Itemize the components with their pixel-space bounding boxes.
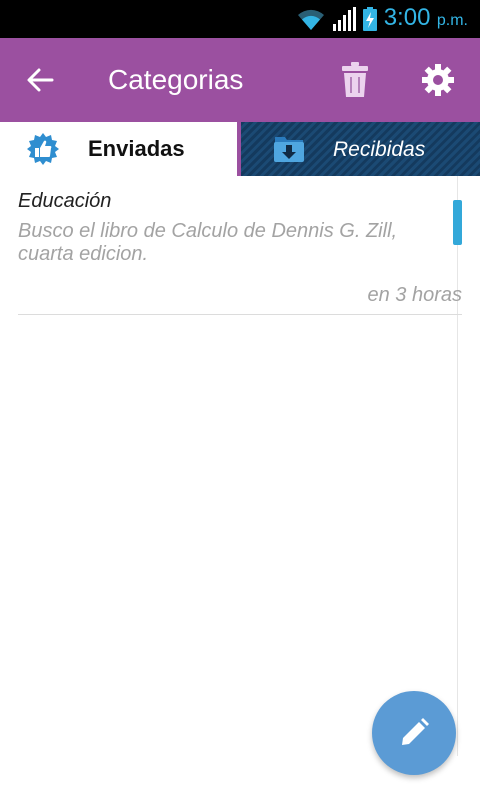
tab-recibidas[interactable]: Recibidas [237, 122, 480, 176]
app-screen: 3:00 p.m. Categorias Enviadas Recibidas … [0, 0, 480, 800]
tab-enviadas[interactable]: Enviadas [0, 122, 237, 176]
wifi-icon [297, 9, 324, 30]
battery-charging-icon [362, 7, 377, 31]
tab-bar: Enviadas Recibidas [0, 122, 480, 176]
tab-recibidas-label: Recibidas [333, 138, 426, 161]
trash-icon [342, 62, 368, 97]
compose-button[interactable] [372, 691, 456, 775]
status-time: 3:00 [383, 3, 431, 31]
pencil-icon [402, 718, 429, 745]
settings-button[interactable] [416, 58, 460, 102]
item-description: Busco el libro de Calculo de Dennis G. Z… [18, 220, 398, 265]
delete-button[interactable] [334, 58, 376, 102]
item-category: Educación [18, 190, 112, 212]
page-title: Categorias [108, 64, 244, 95]
download-folder-icon [274, 137, 304, 162]
gear-icon [422, 64, 454, 96]
signal-icon [332, 7, 356, 31]
status-bar: 3:00 p.m. [0, 0, 480, 38]
tab-enviadas-label: Enviadas [88, 136, 185, 161]
back-button[interactable] [20, 60, 60, 100]
status-ampm: p.m. [436, 11, 468, 29]
scroll-indicator[interactable] [453, 200, 462, 245]
item-time: en 3 horas [367, 284, 462, 306]
list-item[interactable]: Educación Busco el libro de Calculo de D… [18, 188, 462, 315]
thumbs-up-badge-icon [27, 133, 59, 165]
app-bar: Categorias [0, 38, 480, 122]
arrow-left-icon [27, 68, 54, 92]
